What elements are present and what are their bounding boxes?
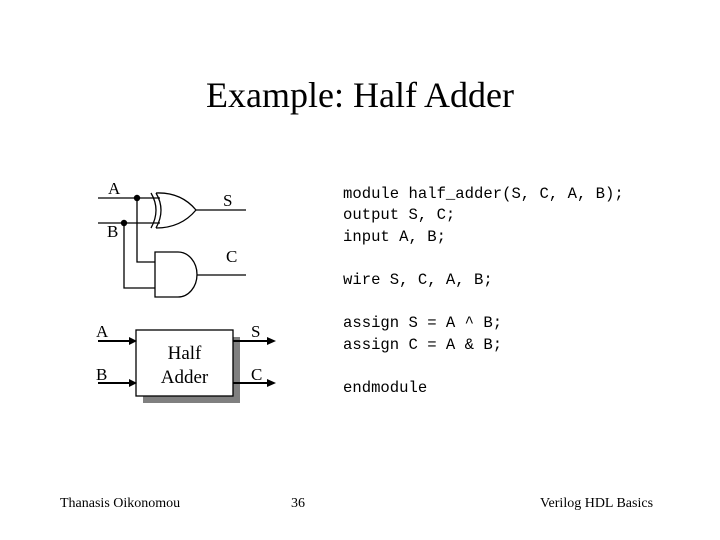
code-line-4: wire S, C, A, B; <box>343 271 493 289</box>
block-label-line1: Half <box>168 343 202 364</box>
wire-b-branch <box>123 223 155 289</box>
label-a: A <box>108 179 121 198</box>
label-s: S <box>223 191 232 210</box>
arrow-s-head <box>267 337 276 345</box>
block-input-a: A <box>96 322 109 341</box>
label-c: C <box>226 247 237 266</box>
footer-page-number: 36 <box>291 496 305 511</box>
block-output-c: C <box>251 365 262 384</box>
junction-dot-b <box>120 219 128 227</box>
block-output-s: S <box>251 322 260 341</box>
and-gate <box>154 251 198 298</box>
code-line-7: endmodule <box>343 379 428 397</box>
slide: Example: Half Adder A B S C Half Adder A… <box>0 0 720 540</box>
footer-course: Verilog HDL Basics <box>540 496 654 511</box>
junction-dot-a <box>133 194 141 202</box>
block-label-line2: Adder <box>161 367 209 388</box>
code-line-1: module half_adder(S, C, A, B); <box>343 185 624 203</box>
block-input-b: B <box>96 365 107 384</box>
footer-author: Thanasis Oikonomou <box>60 496 181 511</box>
code-line-3: input A, B; <box>343 228 446 246</box>
code-line-2: output S, C; <box>343 206 456 224</box>
code-line-6: assign C = A & B; <box>343 336 503 354</box>
label-b: B <box>107 222 118 241</box>
arrow-c-head <box>267 379 276 387</box>
half-adder-block: Half Adder <box>135 329 240 403</box>
wire-a-branch <box>136 198 155 263</box>
code-line-5: assign S = A ^ B; <box>343 314 503 332</box>
